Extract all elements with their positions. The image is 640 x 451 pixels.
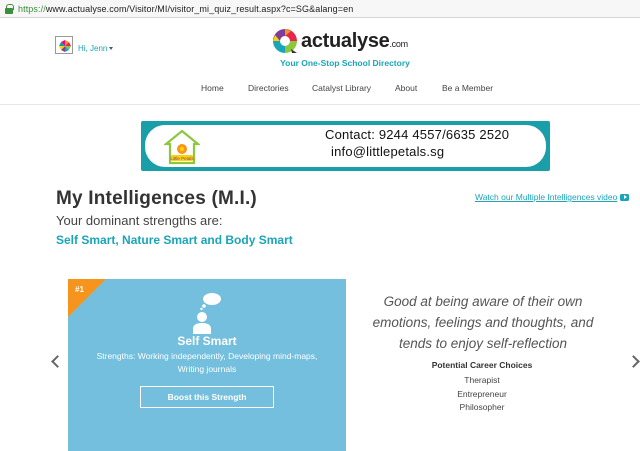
watch-video-link[interactable]: Watch our Multiple Intelligences video (475, 192, 630, 202)
rank-ribbon: #1 (68, 279, 106, 317)
carousel-next-button[interactable] (630, 355, 638, 369)
rank-label: #1 (75, 285, 84, 294)
logo-text: actualyse.com (301, 29, 408, 52)
logo-mark-icon (272, 28, 298, 54)
address-bar[interactable]: https://www.actualyse.com/Visitor/MI/vis… (0, 0, 640, 18)
site-logo[interactable]: actualyse.com (272, 28, 408, 54)
strength-name: Self Smart (177, 334, 237, 348)
banner-contact: Contact: 9244 4557/6635 2520 (325, 127, 510, 142)
career-choices-list: Therapist Entrepreneur Philosopher (346, 374, 618, 415)
strength-details: Strengths: Working independently, Develo… (96, 351, 318, 374)
nav-item-be-a-member[interactable]: Be a Member (442, 83, 493, 93)
play-icon (620, 193, 630, 201)
user-menu[interactable]: Hi, Jenn (55, 36, 114, 54)
thinking-person-icon (190, 289, 230, 335)
banner-email: info@littlepetals.sg (331, 144, 445, 159)
list-item: Therapist (464, 375, 500, 385)
nav-item-directories[interactable]: Directories (248, 83, 289, 93)
header-divider (0, 104, 640, 105)
boost-strength-button[interactable]: Boost this Strength (140, 386, 274, 408)
ad-banner[interactable]: Little Petals Contact: 9244 4557/6635 25… (141, 121, 550, 171)
url-text[interactable]: https://www.actualyse.com/Visitor/MI/vis… (18, 4, 353, 14)
page-title: My Intelligences (M.I.) (56, 188, 257, 209)
list-item: Philosopher (459, 402, 505, 412)
carousel-prev-button[interactable] (52, 355, 60, 369)
avatar (55, 36, 73, 54)
nav-item-catalyst-library[interactable]: Catalyst Library (312, 83, 371, 93)
little-petals-logo-icon: Little Petals (162, 129, 202, 165)
site-tagline: Your One-Stop School Directory (280, 58, 410, 68)
caret-down-icon (109, 46, 114, 50)
user-greeting[interactable]: Hi, Jenn (78, 44, 114, 53)
strength-description: Good at being aware of their own emotion… (372, 294, 594, 351)
dominant-strengths-list: Self Smart, Nature Smart and Body Smart (56, 233, 293, 247)
nav-item-about[interactable]: About (395, 83, 417, 93)
career-choices-title: Potential Career Choices (431, 360, 533, 370)
little-petals-logo-text: Little Petals (170, 156, 194, 161)
lock-icon (4, 3, 14, 14)
nav-item-home[interactable]: Home (201, 83, 224, 93)
dominant-strengths-label: Your dominant strengths are: (56, 213, 223, 228)
avatar-logo-icon (59, 40, 71, 52)
list-item: Entrepreneur (457, 388, 507, 399)
